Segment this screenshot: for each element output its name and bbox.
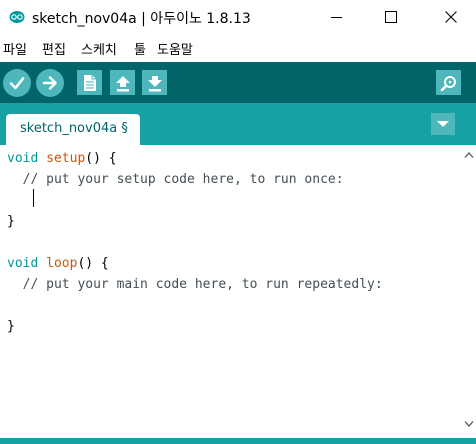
scroll-down-icon[interactable] [464,420,474,428]
text-cursor [33,189,34,207]
serial-monitor-button[interactable] [436,70,461,95]
keyword-token: void [7,256,39,271]
code-token: () { [85,151,117,166]
open-icon [115,75,130,91]
code-editor[interactable]: void setup() { // put your setup code he… [0,145,462,438]
code-line: // put your setup code here, to run once… [7,169,383,190]
upload-button[interactable] [36,69,64,97]
code-line: // put your main code here, to run repea… [7,274,383,295]
new-icon [83,74,96,91]
menu-file[interactable]: 파일 [3,39,27,58]
window-title: sketch_nov04a | 아두이노 1.8.13 [32,11,251,27]
keyword-token: void [7,151,39,166]
menu-tools[interactable]: 툴 [134,39,146,58]
upload-icon [42,76,57,90]
save-sketch-button[interactable] [142,70,167,95]
function-name-token: setup [46,151,86,166]
code-line: void loop() { [7,253,383,274]
code-token: } [7,319,15,334]
arduino-logo-icon [9,11,25,23]
code-line: void setup() { [7,148,383,169]
code-token: } [7,214,15,229]
code-line: } [7,316,383,337]
comment-token: // put your main code here, to run repea… [7,277,383,292]
menu-help[interactable]: 도움말 [157,39,193,58]
close-icon [445,11,457,23]
minimize-icon [331,17,342,18]
tab-sketch[interactable]: sketch_nov04a § [6,114,140,145]
menu-bar: 파일 편집 스케치 툴 도움말 [0,34,476,60]
vertical-scrollbar[interactable] [462,145,476,438]
serial-monitor-icon [440,75,456,91]
title-bar: sketch_nov04a | 아두이노 1.8.13 [0,0,476,34]
arduino-ide-window: sketch_nov04a | 아두이노 1.8.13 파일 편집 스케치 툴 … [0,0,476,444]
maximize-icon [385,11,397,23]
comment-token: // put your setup code here, to run once… [7,172,344,187]
code-line: } [7,211,383,232]
function-name-token: loop [46,256,78,271]
console-divider[interactable] [0,438,476,444]
tab-menu-icon [437,121,449,127]
verify-icon [9,77,25,90]
tab-menu-button[interactable] [431,113,455,135]
menu-edit[interactable]: 편집 [42,39,66,58]
new-sketch-button[interactable] [77,70,102,95]
code-token: () { [77,256,109,271]
code-area: void setup() { // put your setup code he… [7,148,383,337]
toolbar [0,62,476,103]
maximize-button[interactable] [368,0,414,34]
menu-sketch[interactable]: 스케치 [81,39,117,58]
tab-label: sketch_nov04a § [20,121,128,136]
save-icon [147,75,162,91]
minimize-button[interactable] [314,0,360,34]
open-sketch-button[interactable] [110,70,135,95]
scroll-up-icon[interactable] [464,151,474,159]
close-button[interactable] [428,0,474,34]
verify-button[interactable] [3,69,31,97]
tab-strip: sketch_nov04a § [0,103,476,145]
